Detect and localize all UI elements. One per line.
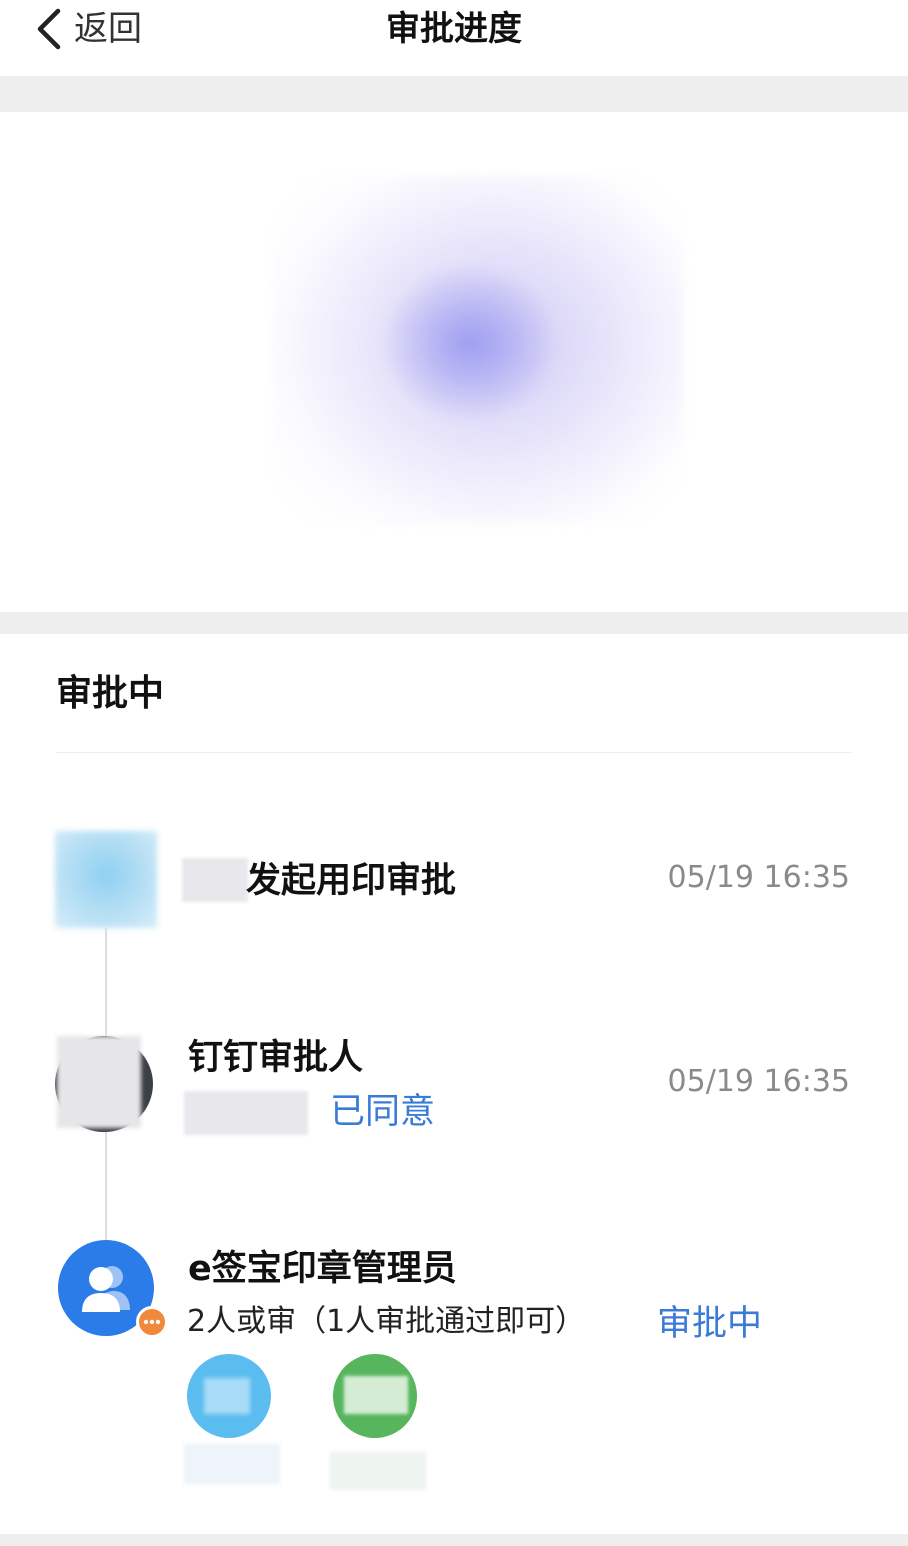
status-heading: 审批中 [56,673,165,714]
step-time: 05/19 16:35 [667,860,850,895]
redacted-name [184,1091,308,1135]
redacted-name [184,1444,280,1484]
approval-status: 审批中 [657,1304,763,1344]
user-group-icon [82,1266,130,1312]
page-title: 审批进度 [386,9,522,49]
divider [56,752,852,753]
section-gap [0,76,908,112]
redacted-avatar-text [204,1378,250,1414]
avatar [58,1240,170,1344]
approver-item[interactable] [184,1352,284,1488]
approver-item[interactable] [330,1352,430,1490]
approval-rule: 2人或审（1人审批通过即可） [187,1304,586,1339]
redacted-avatar-text [344,1376,408,1414]
avatar [55,831,157,928]
approval-progress: 审批中 发起用印审批 05/19 16:35 钉钉审批人 已同意 05/19 1… [0,634,908,1534]
preview-section [0,112,908,612]
blurred-preview-image [272,176,684,524]
step-time: 05/19 16:35 [667,1064,850,1099]
timeline-connector [105,1132,107,1240]
header-bar: 返回 审批进度 [0,0,908,76]
more-dots-icon [136,1306,168,1338]
timeline-connector [105,928,107,1038]
section-gap [0,612,908,634]
approval-result: 已同意 [330,1092,436,1132]
section-gap [0,1534,908,1546]
avatar [55,1036,153,1132]
step-title: 钉钉审批人 [188,1038,364,1078]
step-title: e签宝印章管理员 [188,1249,457,1289]
redacted-name [330,1452,426,1490]
step-title: 发起用印审批 [246,861,457,901]
redacted-name [182,858,248,902]
